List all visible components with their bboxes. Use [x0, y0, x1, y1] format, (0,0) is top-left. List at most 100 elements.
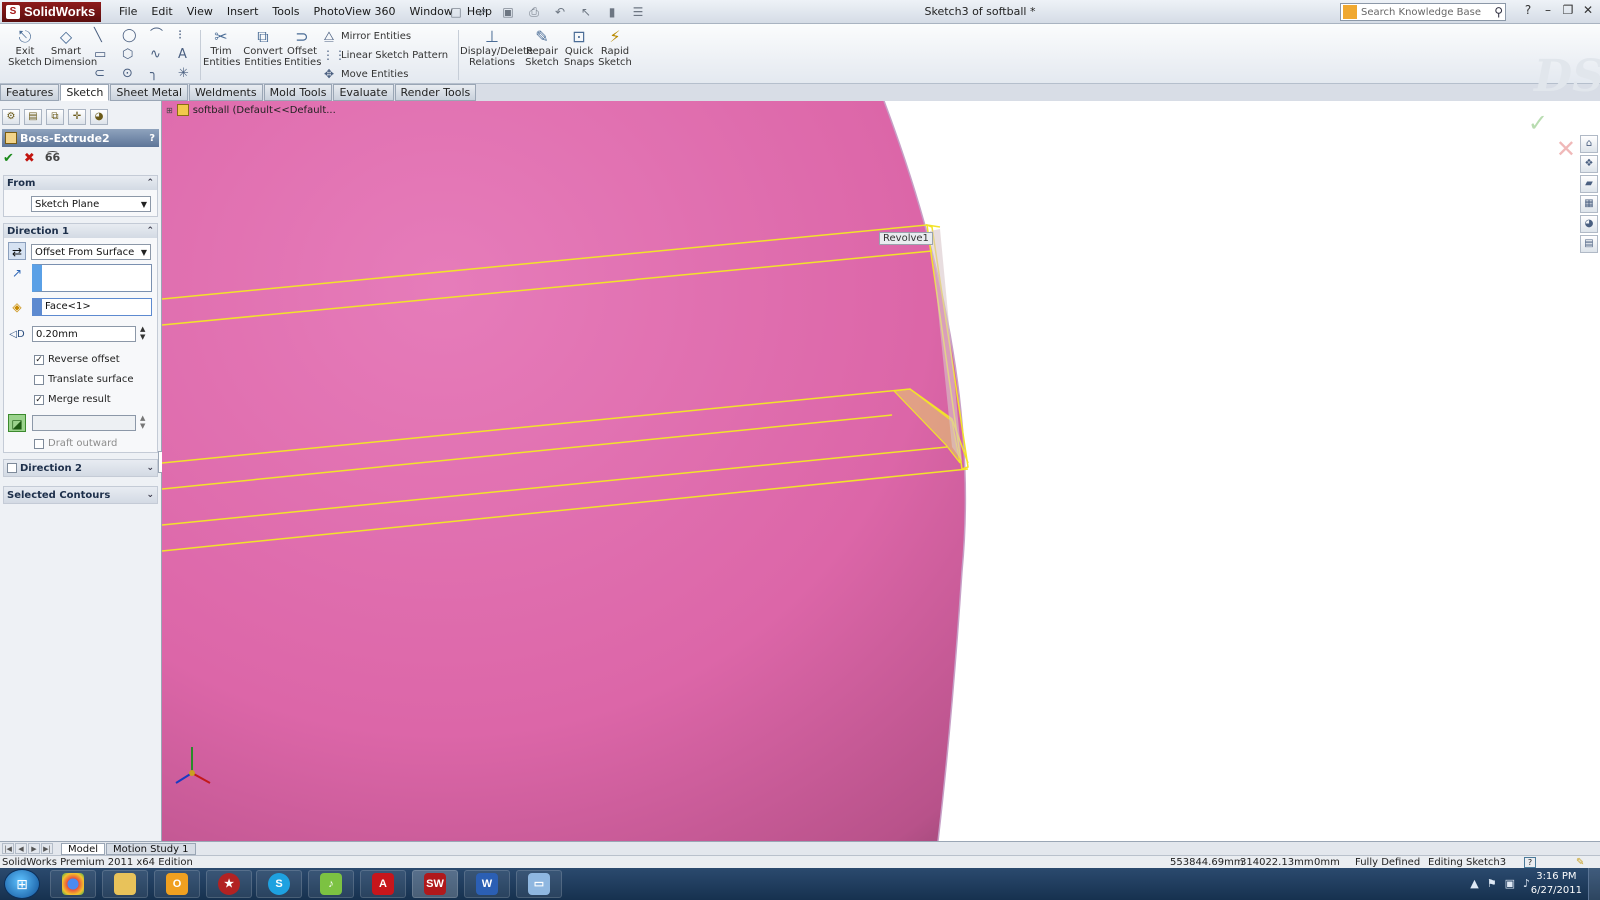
- line-icon[interactable]: ╲: [94, 28, 122, 43]
- move-entities-button[interactable]: ✥ Move Entities: [322, 67, 448, 81]
- tab-mold-tools[interactable]: Mold Tools: [263, 84, 333, 101]
- expand-chevron-icon[interactable]: ⌄: [146, 463, 154, 473]
- text-icon[interactable]: A: [178, 47, 206, 62]
- ok-check-icon[interactable]: ✔: [3, 151, 14, 166]
- taskbar-chrome[interactable]: [50, 870, 96, 898]
- save-icon[interactable]: ▣: [497, 4, 519, 20]
- view-orientation-icon[interactable]: ▩: [832, 101, 849, 104]
- from-dropdown[interactable]: Sketch Plane ▼: [31, 196, 151, 212]
- close-icon[interactable]: ✕: [1580, 3, 1596, 17]
- tab-evaluate[interactable]: Evaluate: [333, 84, 394, 101]
- confirm-ok-icon[interactable]: ✓: [1528, 109, 1548, 137]
- fillet-icon[interactable]: ╮: [150, 66, 178, 81]
- taskbar-explorer[interactable]: [102, 870, 148, 898]
- taskbar-word[interactable]: W: [464, 870, 510, 898]
- tab-weldments[interactable]: Weldments: [189, 84, 263, 101]
- start-button[interactable]: ⊞: [4, 869, 40, 899]
- taskbar-outlook[interactable]: O: [154, 870, 200, 898]
- previous-view-icon[interactable]: ↶: [792, 101, 809, 104]
- search-input[interactable]: Search Knowledge Base: [1361, 7, 1494, 18]
- reverse-direction-icon[interactable]: ⇄: [8, 242, 26, 260]
- tab-sheet-metal[interactable]: Sheet Metal: [110, 84, 189, 101]
- confirm-cancel-icon[interactable]: ✕: [1556, 135, 1576, 163]
- property-manager-icon[interactable]: ▤: [24, 109, 42, 125]
- menu-file[interactable]: File: [112, 4, 144, 19]
- trim-entities-button[interactable]: ✂ Trim Entities: [203, 28, 240, 69]
- tab-render-tools[interactable]: Render Tools: [394, 84, 477, 101]
- feature-tree-icon[interactable]: ⚙: [2, 109, 20, 125]
- spin-arrows-icon[interactable]: ▲ ▼: [140, 325, 145, 341]
- offset-distance-input[interactable]: 0.20mm: [32, 326, 136, 342]
- smart-dimension-button[interactable]: ◇ Smart Dimension: [44, 28, 97, 69]
- arc-icon[interactable]: ⌒: [150, 28, 178, 43]
- exit-sketch-button[interactable]: ⎋ Exit Sketch: [8, 28, 42, 69]
- polygon-icon[interactable]: ⬡: [122, 47, 150, 62]
- collapse-chevron-icon[interactable]: ⌃: [146, 226, 154, 236]
- rapid-sketch-button[interactable]: ⚡ Rapid Sketch: [598, 28, 632, 69]
- last-tab-arrow-icon[interactable]: ▶|: [41, 843, 53, 854]
- selected-contours-header[interactable]: Selected Contours ⌄: [4, 487, 157, 503]
- tray-arrow-icon[interactable]: ▲: [1470, 877, 1478, 890]
- draft-outward-checkbox[interactable]: Draft outward: [34, 438, 117, 449]
- taskbar-acrobat[interactable]: A: [360, 870, 406, 898]
- tab-features[interactable]: Features: [0, 84, 60, 101]
- graphics-area[interactable]: ⊞softball (Default<<Default... ⊕ ⊖ ↶ ▥ ▩…: [162, 101, 1600, 841]
- from-header[interactable]: From ⌃: [4, 176, 157, 190]
- taskbar-skype[interactable]: S: [256, 870, 302, 898]
- expand-chevron-icon[interactable]: ⌄: [146, 490, 154, 500]
- taskbar-app[interactable]: ★: [206, 870, 252, 898]
- select-icon[interactable]: ↖: [575, 4, 597, 20]
- menu-insert[interactable]: Insert: [220, 4, 266, 19]
- offset-entities-button[interactable]: ⊃ Offset Entities: [284, 28, 321, 69]
- cancel-x-icon[interactable]: ✖: [24, 151, 35, 166]
- restore-icon[interactable]: ❐: [1560, 3, 1576, 17]
- rebuild-icon[interactable]: ▮: [601, 4, 623, 20]
- design-library-icon[interactable]: ❖: [1580, 155, 1598, 173]
- configuration-icon[interactable]: ⧉: [46, 109, 64, 125]
- reverse-offset-checkbox[interactable]: ✓ Reverse offset: [34, 354, 120, 365]
- end-condition-dropdown[interactable]: Offset From Surface ▼: [31, 244, 151, 260]
- quick-snaps-button[interactable]: ⊡ Quick Snaps: [562, 28, 596, 69]
- print-icon[interactable]: ⎙: [523, 4, 545, 20]
- volume-icon[interactable]: ♪: [1523, 877, 1530, 890]
- direction2-header[interactable]: Direction 2 ⌄: [4, 460, 157, 476]
- centerline-icon[interactable]: ✳: [178, 66, 206, 81]
- face-selection-field[interactable]: Face<1>: [32, 298, 152, 316]
- show-desktop-button[interactable]: [1588, 868, 1600, 900]
- hide-show-icon[interactable]: 6͡6: [872, 101, 889, 104]
- taskbar-solidworks[interactable]: SW: [412, 870, 458, 898]
- merge-result-checkbox[interactable]: ✓ Merge result: [34, 394, 111, 405]
- zoom-area-icon[interactable]: ⊖: [772, 101, 789, 104]
- collapse-chevron-icon[interactable]: ⌃: [146, 178, 154, 188]
- apply-scene-icon[interactable]: ☁: [912, 101, 929, 104]
- menu-view[interactable]: View: [180, 4, 220, 19]
- circle-icon[interactable]: ◯: [122, 28, 150, 43]
- display-manager-icon[interactable]: ◕: [90, 109, 108, 125]
- next-tab-arrow-icon[interactable]: ▶: [28, 843, 40, 854]
- search-box[interactable]: Search Knowledge Base ⚲: [1340, 3, 1506, 21]
- display-delete-relations-button[interactable]: ⊥ Display/Delete Relations: [460, 28, 533, 69]
- solidworks-resources-icon[interactable]: ⌂: [1580, 135, 1598, 153]
- spin-arrows-icon[interactable]: ▲ ▼: [140, 414, 145, 430]
- zoom-to-fit-icon[interactable]: ⊕: [752, 101, 769, 104]
- direction1-header[interactable]: Direction 1 ⌃: [4, 224, 157, 238]
- taskbar-window[interactable]: ▭: [516, 870, 562, 898]
- flyout-feature-tree[interactable]: ⊞ softball (Default<<Default...: [166, 104, 336, 116]
- display-style-icon[interactable]: ◧: [852, 101, 869, 104]
- options-icon[interactable]: ☰: [627, 4, 649, 20]
- translate-surface-checkbox[interactable]: Translate surface: [34, 374, 134, 385]
- draft-angle-input[interactable]: [32, 415, 136, 431]
- tab-sketch[interactable]: Sketch: [60, 84, 110, 101]
- expand-icon[interactable]: ⊞: [166, 106, 173, 115]
- help-icon[interactable]: ?: [1520, 3, 1536, 17]
- preview-glasses-icon[interactable]: 6͡6: [45, 151, 60, 166]
- direction2-checkbox[interactable]: [7, 463, 17, 473]
- minimize-icon[interactable]: –: [1540, 3, 1556, 17]
- search-icon[interactable]: ⚲: [1494, 5, 1503, 19]
- appearances-icon[interactable]: ◕: [1580, 215, 1598, 233]
- model-canvas[interactable]: [162, 101, 1600, 841]
- rectangle-icon[interactable]: ▭: [94, 47, 122, 62]
- sketch-points-icon[interactable]: ⁝: [178, 28, 206, 43]
- dimxpert-icon[interactable]: ✛: [68, 109, 86, 125]
- undo-icon[interactable]: ↶: [549, 4, 571, 20]
